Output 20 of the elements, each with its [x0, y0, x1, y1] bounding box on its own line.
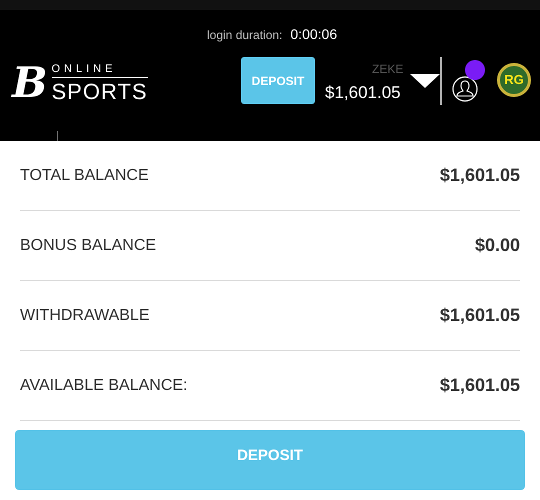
balance-label: TOTAL BALANCE — [20, 166, 149, 186]
balance: $1,601.05 — [325, 82, 401, 104]
deposit-button[interactable]: DEPOSIT — [15, 430, 525, 490]
dropdown-icon[interactable] — [410, 74, 440, 88]
responsible-gaming-badge[interactable]: RG — [497, 63, 531, 97]
balance-value: $1,601.05 — [440, 164, 520, 187]
logo-text: ONLINE — [52, 64, 148, 78]
balance-value: $1,601.05 — [440, 304, 520, 327]
logo-text: SPORTS — [52, 80, 148, 102]
user-icon[interactable] — [452, 76, 478, 102]
username: ZEKE — [372, 61, 404, 78]
balance-label: BONUS BALANCE — [20, 236, 156, 256]
balance-label: AVAILABLE BALANCE: — [20, 376, 188, 396]
login-duration-label: login duration: — [207, 27, 282, 44]
logo-mark: B — [12, 62, 48, 104]
balance-value: $1,601.05 — [440, 374, 520, 397]
deposit-button[interactable]: DEPOSIT — [241, 57, 315, 104]
balance-value: $0.00 — [474, 234, 520, 257]
login-duration: 0:00:06 — [290, 25, 338, 44]
balance-label: WITHDRAWABLE — [20, 306, 150, 326]
